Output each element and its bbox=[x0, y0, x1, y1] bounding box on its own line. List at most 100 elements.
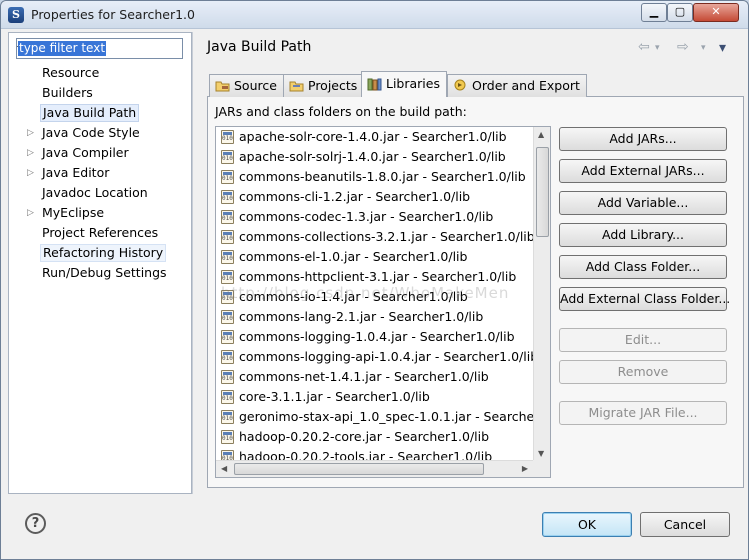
list-item[interactable]: geronimo-stax-api_1.0_spec-1.0.1.jar - S… bbox=[221, 407, 551, 427]
jar-icon bbox=[221, 130, 234, 144]
tree-item-resource[interactable]: Resource bbox=[40, 64, 101, 82]
help-icon[interactable]: ? bbox=[25, 513, 46, 534]
jar-list[interactable]: apache-solr-core-1.4.0.jar - Searcher1.0… bbox=[215, 126, 551, 478]
tree-item-project-references[interactable]: Project References bbox=[40, 224, 160, 242]
jar-icon bbox=[221, 230, 234, 244]
tree-item-myeclipse[interactable]: ▷ MyEclipse bbox=[27, 204, 106, 222]
tree-item-run-debug-settings[interactable]: Run/Debug Settings bbox=[40, 264, 169, 282]
add-external-class-folder-button[interactable]: Add External Class Folder... bbox=[559, 287, 730, 311]
list-item[interactable]: commons-el-1.0.jar - Searcher1.0/lib bbox=[221, 247, 467, 267]
list-item[interactable]: commons-codec-1.3.jar - Searcher1.0/lib bbox=[221, 207, 493, 227]
vertical-scroll-thumb[interactable] bbox=[536, 147, 549, 237]
jar-icon bbox=[221, 190, 234, 204]
list-item[interactable]: commons-lang-2.1.jar - Searcher1.0/lib bbox=[221, 307, 484, 327]
tab-order-export[interactable]: Order and Export bbox=[447, 74, 587, 97]
add-jars-button[interactable]: Add JARs... bbox=[559, 127, 727, 151]
tree-item-label: Javadoc Location bbox=[42, 185, 148, 200]
jar-icon bbox=[221, 270, 234, 284]
filter-text-selection: type filter text bbox=[18, 41, 107, 56]
libraries-list-label: JARs and class folders on the build path… bbox=[215, 104, 467, 119]
add-library-button[interactable]: Add Library... bbox=[559, 223, 727, 247]
ok-button[interactable]: OK bbox=[542, 512, 632, 537]
projects-icon bbox=[289, 81, 304, 92]
page-title: Java Build Path bbox=[207, 39, 312, 55]
horizontal-scrollbar[interactable]: ◀ ▶ bbox=[216, 460, 533, 477]
list-item[interactable]: commons-cli-1.2.jar - Searcher1.0/lib bbox=[221, 187, 471, 207]
preference-tree-pane: type filter text Resource Builders Java Bu… bbox=[8, 32, 192, 494]
tree-item-builders[interactable]: Builders bbox=[40, 84, 95, 102]
jar-label: geronimo-stax-api_1.0_spec-1.0.1.jar - S… bbox=[239, 409, 551, 424]
tab-projects[interactable]: Projects bbox=[283, 74, 365, 97]
scroll-left-icon[interactable]: ◀ bbox=[221, 464, 227, 473]
tree-item-java-compiler[interactable]: ▷ Java Compiler bbox=[27, 144, 131, 162]
maximize-button[interactable]: ▢ bbox=[667, 3, 693, 22]
expand-arrow-icon[interactable]: ▷ bbox=[27, 204, 34, 222]
list-item[interactable]: commons-collections-3.2.1.jar - Searcher… bbox=[221, 227, 535, 247]
jar-icon bbox=[221, 330, 234, 344]
jar-label: commons-cli-1.2.jar - Searcher1.0/lib bbox=[239, 189, 471, 204]
tree-item-label: Resource bbox=[42, 65, 100, 80]
scroll-down-icon[interactable]: ▼ bbox=[538, 449, 544, 458]
expand-arrow-icon[interactable]: ▷ bbox=[27, 124, 34, 142]
jar-icon bbox=[221, 310, 234, 324]
pane-divider[interactable] bbox=[192, 32, 193, 494]
scroll-up-icon[interactable]: ▲ bbox=[538, 130, 544, 139]
list-item[interactable]: commons-beanutils-1.8.0.jar - Searcher1.… bbox=[221, 167, 526, 187]
horizontal-scroll-thumb[interactable] bbox=[234, 463, 484, 475]
jar-label: core-3.1.1.jar - Searcher1.0/lib bbox=[239, 389, 430, 404]
vertical-scrollbar[interactable]: ▲ ▼ bbox=[533, 127, 550, 461]
tab-label: Order and Export bbox=[472, 78, 580, 93]
jar-label: commons-io-1.4.jar - Searcher1.0/lib bbox=[239, 289, 468, 304]
tree-item-java-code-style[interactable]: ▷ Java Code Style bbox=[27, 124, 142, 142]
minimize-button[interactable]: ▁ bbox=[641, 3, 667, 22]
list-item[interactable]: commons-logging-1.0.4.jar - Searcher1.0/… bbox=[221, 327, 515, 347]
forward-menu-icon[interactable]: ▾ bbox=[701, 43, 706, 53]
forward-arrow-icon[interactable]: ⇨ bbox=[677, 39, 689, 55]
tree-item-label: Refactoring History bbox=[43, 245, 164, 260]
list-item[interactable]: commons-httpclient-3.1.jar - Searcher1.0… bbox=[221, 267, 517, 287]
source-folder-icon bbox=[215, 81, 230, 92]
jar-label: commons-lang-2.1.jar - Searcher1.0/lib bbox=[239, 309, 484, 324]
close-button[interactable]: ✕ bbox=[693, 3, 739, 22]
list-item[interactable]: commons-io-1.4.jar - Searcher1.0/lib bbox=[221, 287, 468, 307]
tree-item-java-editor[interactable]: ▷ Java Editor bbox=[27, 164, 111, 182]
tree-item-label: Java Code Style bbox=[42, 125, 140, 140]
tree-item-javadoc-location[interactable]: Javadoc Location bbox=[40, 184, 150, 202]
list-item[interactable]: apache-solr-solrj-1.4.0.jar - Searcher1.… bbox=[221, 147, 506, 167]
list-item[interactable]: commons-logging-api-1.0.4.jar - Searcher… bbox=[221, 347, 538, 367]
tab-libraries[interactable]: Libraries bbox=[361, 71, 447, 97]
view-menu-icon[interactable]: ▾ bbox=[719, 40, 726, 56]
title-bar: S Properties for Searcher1.0 ▁ ▢ ✕ bbox=[1, 1, 748, 29]
expand-arrow-icon[interactable]: ▷ bbox=[27, 164, 34, 182]
migrate-jar-button[interactable]: Migrate JAR File... bbox=[559, 401, 727, 425]
jar-label: commons-httpclient-3.1.jar - Searcher1.0… bbox=[239, 269, 517, 284]
list-item[interactable]: apache-solr-core-1.4.0.jar - Searcher1.0… bbox=[221, 127, 507, 147]
add-variable-button[interactable]: Add Variable... bbox=[559, 191, 727, 215]
list-item[interactable]: core-3.1.1.jar - Searcher1.0/lib bbox=[221, 387, 430, 407]
list-item[interactable]: hadoop-0.20.2-core.jar - Searcher1.0/lib bbox=[221, 427, 489, 447]
scroll-right-icon[interactable]: ▶ bbox=[522, 464, 528, 473]
jar-icon bbox=[221, 410, 234, 424]
tab-label: Libraries bbox=[386, 76, 440, 91]
window-title: Properties for Searcher1.0 bbox=[31, 7, 195, 22]
tree-item-refactoring-history[interactable]: Refactoring History bbox=[40, 244, 167, 262]
jar-label: commons-net-1.4.1.jar - Searcher1.0/lib bbox=[239, 369, 489, 384]
jar-label: commons-logging-1.0.4.jar - Searcher1.0/… bbox=[239, 329, 515, 344]
expand-arrow-icon[interactable]: ▷ bbox=[27, 144, 34, 162]
jar-label: commons-collections-3.2.1.jar - Searcher… bbox=[239, 229, 535, 244]
edit-button[interactable]: Edit... bbox=[559, 328, 727, 352]
tree-item-label: Project References bbox=[42, 225, 159, 240]
list-item[interactable]: commons-net-1.4.1.jar - Searcher1.0/lib bbox=[221, 367, 489, 387]
tree-item-label: Builders bbox=[42, 85, 93, 100]
tree-item-java-build-path[interactable]: Java Build Path bbox=[40, 104, 140, 122]
add-external-jars-button[interactable]: Add External JARs... bbox=[559, 159, 727, 183]
jar-label: apache-solr-solrj-1.4.0.jar - Searcher1.… bbox=[239, 149, 506, 164]
remove-button[interactable]: Remove bbox=[559, 360, 727, 384]
jar-label: apache-solr-core-1.4.0.jar - Searcher1.0… bbox=[239, 129, 507, 144]
add-class-folder-button[interactable]: Add Class Folder... bbox=[559, 255, 727, 279]
back-menu-icon[interactable]: ▾ bbox=[655, 43, 660, 53]
tab-source[interactable]: Source bbox=[209, 74, 284, 97]
tab-label: Projects bbox=[308, 78, 358, 93]
back-arrow-icon[interactable]: ⇦ bbox=[638, 39, 650, 55]
cancel-button[interactable]: Cancel bbox=[640, 512, 730, 537]
